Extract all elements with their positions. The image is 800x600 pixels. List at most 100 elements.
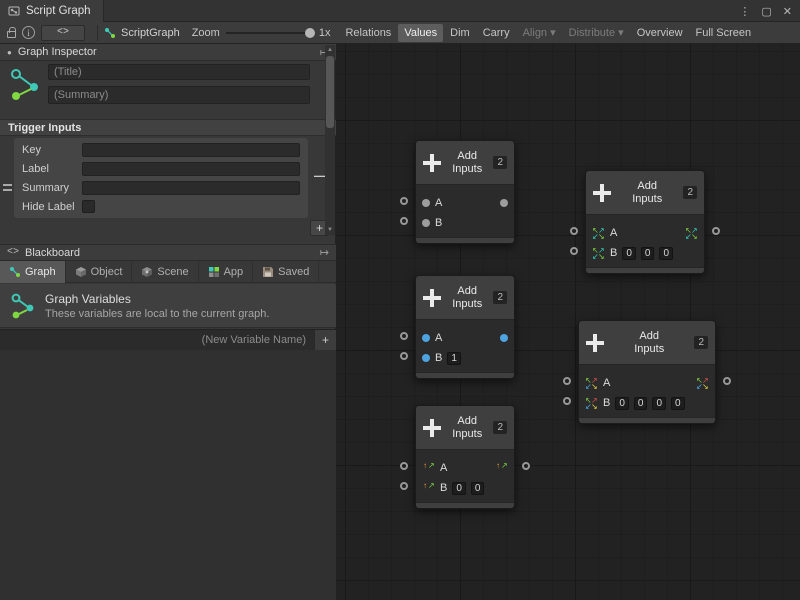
zoom-slider[interactable] — [226, 32, 312, 34]
inspector-scrollbar[interactable]: ▲ ▼ — [325, 45, 335, 235]
node-add-inputs[interactable]: Add Inputs 2 ↑↗ A ↑↗ ↑↗ B 0 0 — [415, 405, 515, 509]
tab-saved-label: Saved — [278, 266, 309, 278]
node-title-line2: Inputs — [609, 343, 689, 356]
hide-label-checkbox[interactable] — [82, 200, 95, 213]
node-add-inputs[interactable]: Add Inputs 2 A B 1 — [415, 275, 515, 379]
node-count-badge[interactable]: 2 — [694, 336, 708, 349]
value-input[interactable]: 0 — [471, 482, 485, 495]
key-input[interactable] — [82, 143, 300, 157]
dim-button[interactable]: Dim — [444, 24, 476, 42]
label-input[interactable] — [82, 162, 300, 176]
integer-port-dot[interactable] — [422, 354, 430, 362]
gray-port-dot[interactable] — [422, 199, 430, 207]
node-footer — [579, 417, 715, 423]
add-icon — [423, 289, 441, 307]
vector2-icon[interactable]: ↑↗ — [495, 462, 508, 475]
port-label: A — [440, 462, 447, 474]
zoom-slider-handle[interactable] — [305, 28, 315, 38]
input-port-ring[interactable] — [400, 462, 408, 470]
value-input[interactable]: 0 — [622, 247, 636, 260]
scroll-up-icon[interactable]: ▲ — [325, 45, 335, 55]
output-port-ring[interactable] — [712, 227, 720, 235]
integer-port-dot[interactable] — [500, 334, 508, 342]
integer-port-dot[interactable] — [422, 334, 430, 342]
input-port-ring[interactable] — [563, 397, 571, 405]
window-tab-script-graph[interactable]: Script Graph — [0, 0, 104, 22]
relations-button[interactable]: Relations — [339, 24, 397, 42]
input-port-ring[interactable] — [400, 352, 408, 360]
node-count-badge[interactable]: 2 — [493, 421, 507, 434]
value-input[interactable]: 0 — [452, 482, 466, 495]
value-input[interactable]: 0 — [659, 247, 673, 260]
distribute-dropdown-button[interactable]: Distribute ▾ — [563, 23, 630, 42]
script-graph-icon — [8, 5, 20, 17]
vector2-icon[interactable]: ↑↗ — [422, 462, 435, 475]
node-add-inputs[interactable]: Add Inputs 2 ↖↗↙↘ A ↖↗↙↘ ↖↗↙↘ B 0 0 0 0 — [578, 320, 716, 424]
value-input[interactable]: 1 — [447, 352, 461, 365]
carry-button[interactable]: Carry — [477, 24, 516, 42]
node-header: Add Inputs 2 — [416, 406, 514, 450]
close-icon[interactable]: ✕ — [783, 5, 792, 18]
vector2-icon[interactable]: ↑↗ — [422, 482, 435, 495]
values-button[interactable]: Values — [398, 24, 443, 42]
input-port-ring[interactable] — [400, 217, 408, 225]
node-count-badge[interactable]: 2 — [493, 156, 507, 169]
tab-object[interactable]: Object — [66, 261, 133, 283]
maximize-icon[interactable]: ▢ — [761, 5, 771, 18]
summary-input[interactable] — [82, 181, 300, 195]
new-variable-input[interactable] — [0, 330, 314, 350]
graph-title-input[interactable] — [48, 64, 310, 80]
add-variable-button[interactable]: + — [314, 330, 336, 350]
gray-port-dot[interactable] — [422, 219, 430, 227]
breadcrumb[interactable]: ScriptGraph — [104, 27, 180, 39]
value-input[interactable]: 0 — [652, 397, 666, 410]
reorder-handle-icon[interactable] — [3, 184, 12, 191]
graph-inspector-icon — [9, 66, 41, 102]
gray-port-dot[interactable] — [500, 199, 508, 207]
node-add-inputs[interactable]: Add Inputs 2 A B — [415, 140, 515, 244]
input-port-ring[interactable] — [400, 482, 408, 490]
vector3-icon[interactable]: ↖↗↙↘ — [592, 227, 605, 240]
fullscreen-button[interactable]: Full Screen — [690, 24, 758, 42]
input-port-ring[interactable] — [563, 377, 571, 385]
node-count-badge[interactable]: 2 — [493, 291, 507, 304]
input-port-ring[interactable] — [400, 332, 408, 340]
vector4-icon[interactable]: ↖↗↙↘ — [585, 397, 598, 410]
node-add-inputs[interactable]: Add Inputs 2 ↖↗↙↘ A ↖↗↙↘ ↖↗↙↘ B 0 0 0 — [585, 170, 705, 274]
port-label: B — [435, 217, 442, 229]
graph-summary-input[interactable] — [48, 86, 310, 104]
value-input[interactable]: 0 — [634, 397, 648, 410]
port-row-b: ↖↗↙↘ B 0 0 0 0 — [585, 393, 709, 413]
vector4-icon[interactable]: ↖↗↙↘ — [585, 377, 598, 390]
output-port-ring[interactable] — [522, 462, 530, 470]
trigger-inputs-title: Trigger Inputs — [8, 122, 81, 134]
input-port-ring[interactable] — [400, 197, 408, 205]
pin-icon[interactable]: ↦ — [320, 246, 329, 259]
node-count-badge[interactable]: 2 — [683, 186, 697, 199]
window-menu-icon[interactable]: ⋮ — [739, 5, 750, 18]
input-port-ring[interactable] — [570, 247, 578, 255]
value-input[interactable]: 0 — [641, 247, 655, 260]
tab-scene[interactable]: Scene — [132, 261, 198, 283]
value-input[interactable]: 0 — [615, 397, 629, 410]
tab-saved[interactable]: Saved — [253, 261, 319, 283]
tab-graph[interactable]: Graph — [0, 261, 66, 283]
value-input[interactable]: 0 — [671, 397, 685, 410]
vector3-icon[interactable]: ↖↗↙↘ — [592, 247, 605, 260]
output-port-ring[interactable] — [723, 377, 731, 385]
scrollbar-thumb[interactable] — [326, 56, 334, 128]
lock-icon[interactable] — [7, 31, 16, 38]
scroll-down-icon[interactable]: ▼ — [325, 225, 335, 235]
overview-button[interactable]: Overview — [631, 24, 689, 42]
info-icon[interactable]: i — [22, 26, 35, 39]
align-dropdown-button[interactable]: Align ▾ — [517, 23, 562, 42]
graph-canvas[interactable]: Add Inputs 2 A B Add Inputs — [336, 44, 800, 600]
node-body: A B 1 — [416, 320, 514, 372]
graph-variables-section: Graph Variables These variables are loca… — [0, 284, 336, 328]
input-port-ring[interactable] — [570, 227, 578, 235]
tab-app[interactable]: App — [199, 261, 254, 283]
graph-toolbar: i <> ScriptGraph Zoom 1x Relations Value… — [0, 22, 800, 44]
graph-source-button[interactable]: <> — [41, 25, 85, 41]
vector3-icon[interactable]: ↖↗↙↘ — [685, 227, 698, 240]
vector4-icon[interactable]: ↖↗↙↘ — [696, 377, 709, 390]
